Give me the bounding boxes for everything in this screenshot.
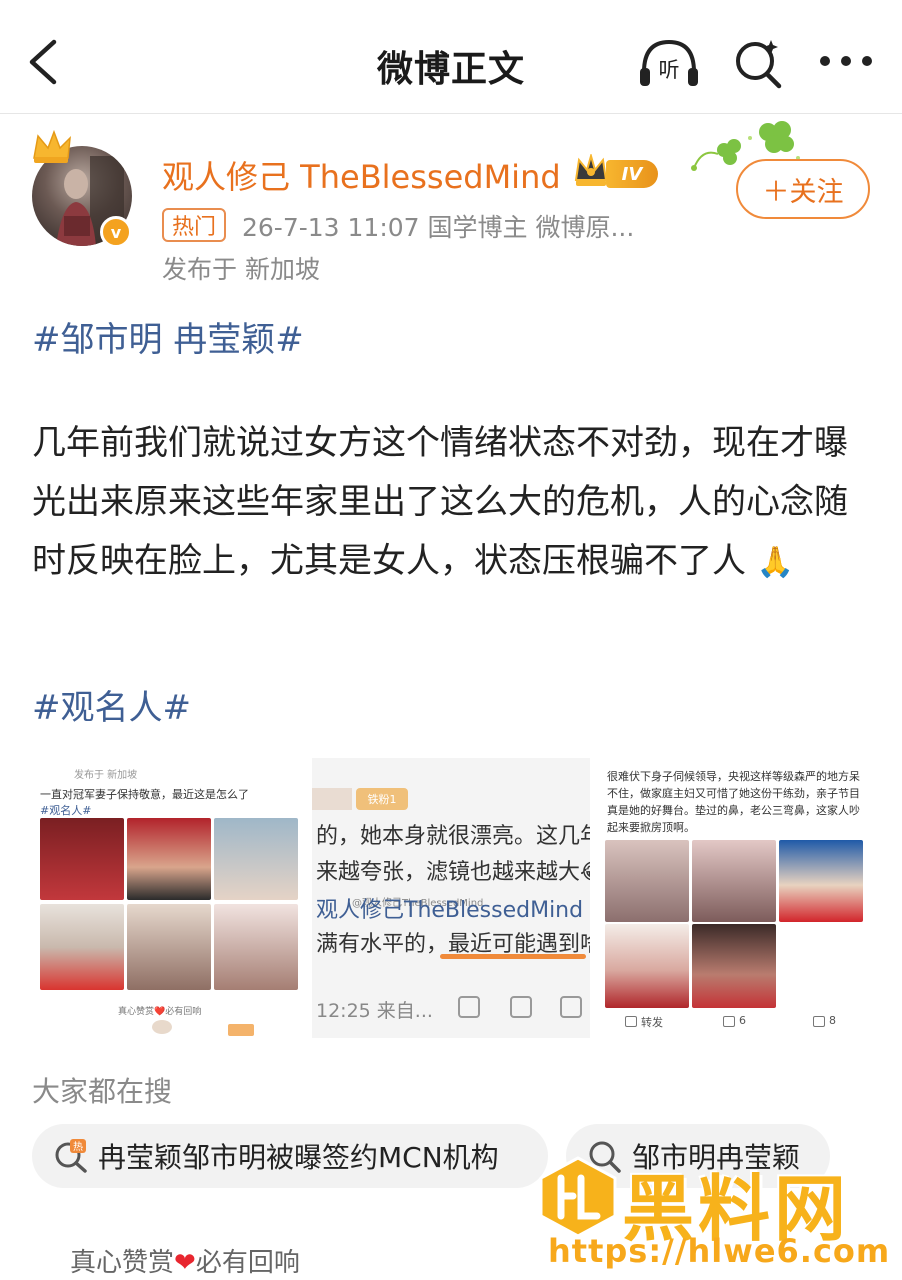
highlight-underline bbox=[440, 954, 586, 959]
svg-text:热: 热 bbox=[73, 1140, 83, 1153]
photo-tile bbox=[605, 840, 689, 922]
comment-icon bbox=[560, 996, 582, 1018]
post-image-2[interactable]: 铁粉1 的，她本身就很漂亮。这几年 来越夸张，滤镜也越来越大😂 @观人修己The… bbox=[312, 758, 590, 1038]
verified-badge: v bbox=[100, 216, 132, 248]
listen-headphone-icon[interactable]: 听 bbox=[638, 36, 700, 90]
watermark-logo-icon bbox=[539, 1156, 617, 1238]
like-icon bbox=[458, 996, 480, 1018]
photo-tile bbox=[40, 818, 124, 900]
blurred-username bbox=[312, 788, 352, 810]
photo-tile bbox=[605, 924, 689, 1008]
top-nav-bar: 微博正文 听 bbox=[0, 0, 902, 114]
comment-icon bbox=[723, 1016, 735, 1027]
hashtag-link[interactable]: #观名人# bbox=[32, 680, 191, 729]
like-icon bbox=[813, 1016, 825, 1027]
hot-tag: 热门 bbox=[162, 208, 226, 242]
repost-label: 转发 bbox=[641, 1016, 663, 1029]
post-meta: 26-7-13 11:07 国学博主 微博原... bbox=[242, 213, 635, 242]
mini-badge bbox=[228, 1024, 254, 1036]
hot-search-icon: 热 bbox=[55, 1139, 87, 1173]
photo-tile bbox=[127, 904, 211, 990]
comment-count: 6 bbox=[739, 1014, 746, 1027]
follow-button[interactable]: ＋关注 bbox=[736, 159, 870, 219]
comment-line: 来越夸张，滤镜也越来越大😂 bbox=[316, 860, 590, 885]
image-caption: 一直对冠军妻子保持敬意，最近这是怎么了 bbox=[40, 788, 249, 801]
search-icon[interactable] bbox=[733, 36, 785, 90]
photo-tile bbox=[214, 818, 298, 900]
watermark-url: https://hlwe6.com bbox=[548, 1232, 891, 1270]
image-hashtag: #观名人# bbox=[40, 804, 92, 817]
reply-line: 观人修己TheBlessedMind 博主：以 bbox=[316, 898, 590, 923]
repost-icon bbox=[625, 1016, 637, 1027]
decor-blob bbox=[152, 1020, 172, 1034]
photo-tile bbox=[127, 818, 211, 900]
chip-label: 冉莹颖邹市明被曝签约MCN机构 bbox=[98, 1141, 499, 1174]
trending-search-chip[interactable]: 热 冉莹颖邹市明被曝签约MCN机构 bbox=[32, 1124, 548, 1188]
reward-text: 必有回响 bbox=[195, 1248, 300, 1278]
level-badge: IV bbox=[606, 160, 658, 188]
heart-icon: ❤ bbox=[174, 1248, 196, 1278]
image-meta: 发布于 新加坡 bbox=[74, 770, 138, 781]
search-section-title: 大家都在搜 bbox=[32, 1075, 173, 1108]
reward-text: 真心赞赏 bbox=[70, 1248, 175, 1278]
vip-crown-icon bbox=[574, 154, 608, 186]
post-text: 几年前我们就说过女方这个情绪状态不对劲，现在才曝光出来原来这些年家里出了这么大的… bbox=[32, 423, 848, 581]
post-body: 几年前我们就说过女方这个情绪状态不对劲，现在才曝光出来原来这些年家里出了这么大的… bbox=[32, 414, 862, 592]
post-image-3[interactable]: 很难伏下身子伺候领导，央视这样等级森严的地方呆不住，做家庭主妇又可惜了她这份干练… bbox=[597, 758, 869, 1038]
praying-hands-emoji: 🙏 bbox=[756, 545, 795, 580]
photo-tile bbox=[692, 840, 776, 922]
listen-label: 听 bbox=[659, 58, 680, 82]
photo-tile bbox=[692, 924, 776, 1008]
photo-tile bbox=[214, 904, 298, 990]
comment-line: 的，她本身就很漂亮。这几年 bbox=[316, 824, 590, 849]
post-location: 发布于 新加坡 bbox=[162, 255, 320, 284]
photo-tile bbox=[779, 840, 863, 922]
author-avatar[interactable]: v bbox=[30, 128, 138, 248]
reward-line: 真心赞赏❤必有回响 bbox=[70, 1242, 300, 1279]
hashtag-link[interactable]: #邹市明 冉莹颖# bbox=[32, 312, 304, 361]
crown-icon bbox=[33, 129, 71, 163]
image-text: 很难伏下身子伺候领导，央视这样等级森严的地方呆不住，做家庭主妇又可惜了她这份干练… bbox=[607, 770, 860, 834]
author-name[interactable]: 观人修己 TheBlessedMind bbox=[162, 152, 561, 198]
image-footer: 真心赞赏❤️必有回响 bbox=[118, 1007, 202, 1017]
fan-level-badge: 铁粉1 bbox=[356, 788, 408, 810]
post-image-1[interactable]: 发布于 新加坡 一直对冠军妻子保持敬意，最近这是怎么了 #观名人# 真心赞赏❤️… bbox=[32, 758, 304, 1038]
share-icon bbox=[510, 996, 532, 1018]
photo-tile bbox=[40, 904, 124, 990]
more-options-icon[interactable] bbox=[818, 48, 874, 74]
image-footer: 12:25 来自... bbox=[316, 1000, 433, 1022]
like-count: 8 bbox=[829, 1014, 836, 1027]
